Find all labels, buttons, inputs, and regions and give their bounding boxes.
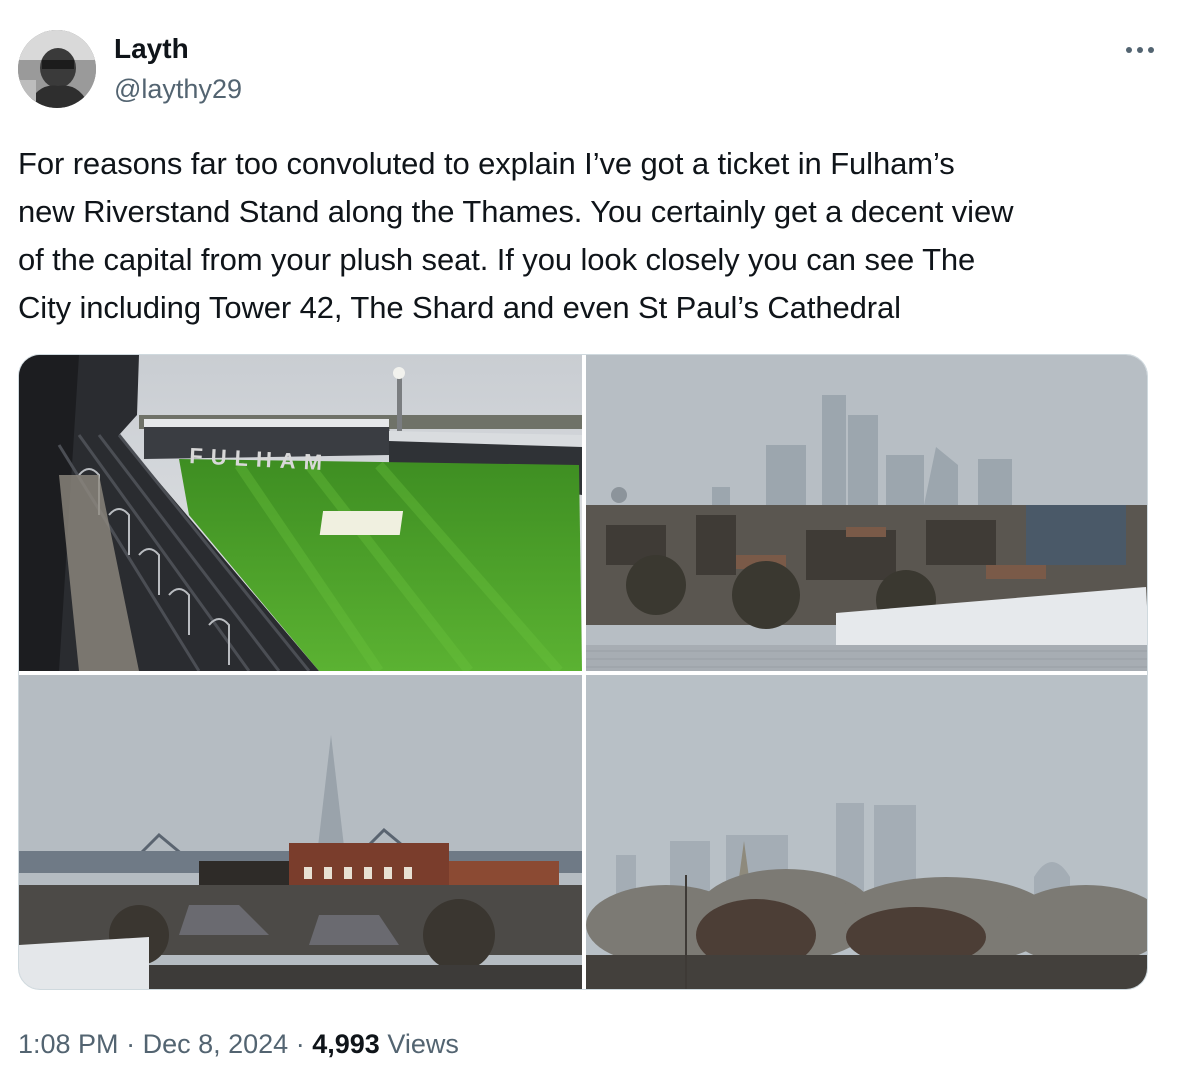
- timestamp-link[interactable]: 1:08 PM · Dec 8, 2024: [18, 1029, 288, 1059]
- avatar-photo: [18, 30, 96, 108]
- st-pauls-photo-image: [586, 675, 1147, 989]
- author-display-name[interactable]: Layth: [114, 32, 189, 66]
- photo-stadium[interactable]: FULHAM: [19, 355, 582, 671]
- stadium-photo-image: FULHAM: [19, 355, 582, 671]
- city-skyline-photo-image: [586, 355, 1147, 671]
- views-label: Views: [387, 1029, 459, 1059]
- media-grid: FULHAM: [18, 354, 1148, 990]
- views-count: 4,993: [312, 1029, 380, 1059]
- more-horizontal-icon: [1126, 47, 1154, 53]
- tweet-text: For reasons far too convoluted to explai…: [18, 146, 1014, 325]
- tweet-date: Dec 8, 2024: [142, 1029, 289, 1059]
- author-handle[interactable]: @laythy29: [114, 72, 242, 106]
- tweet-time: 1:08 PM: [18, 1029, 119, 1059]
- meta-separator-2: ·: [295, 1029, 305, 1059]
- more-options-button[interactable]: [1120, 34, 1160, 66]
- photo-city-skyline[interactable]: [586, 355, 1147, 671]
- tweet-meta: 1:08 PM · Dec 8, 2024 · 4,993 Views: [18, 1026, 459, 1062]
- meta-separator: ·: [126, 1029, 136, 1059]
- photo-shard[interactable]: [19, 675, 582, 989]
- shard-photo-image: [19, 675, 582, 989]
- photo-st-pauls[interactable]: [586, 675, 1147, 989]
- avatar[interactable]: [18, 30, 96, 108]
